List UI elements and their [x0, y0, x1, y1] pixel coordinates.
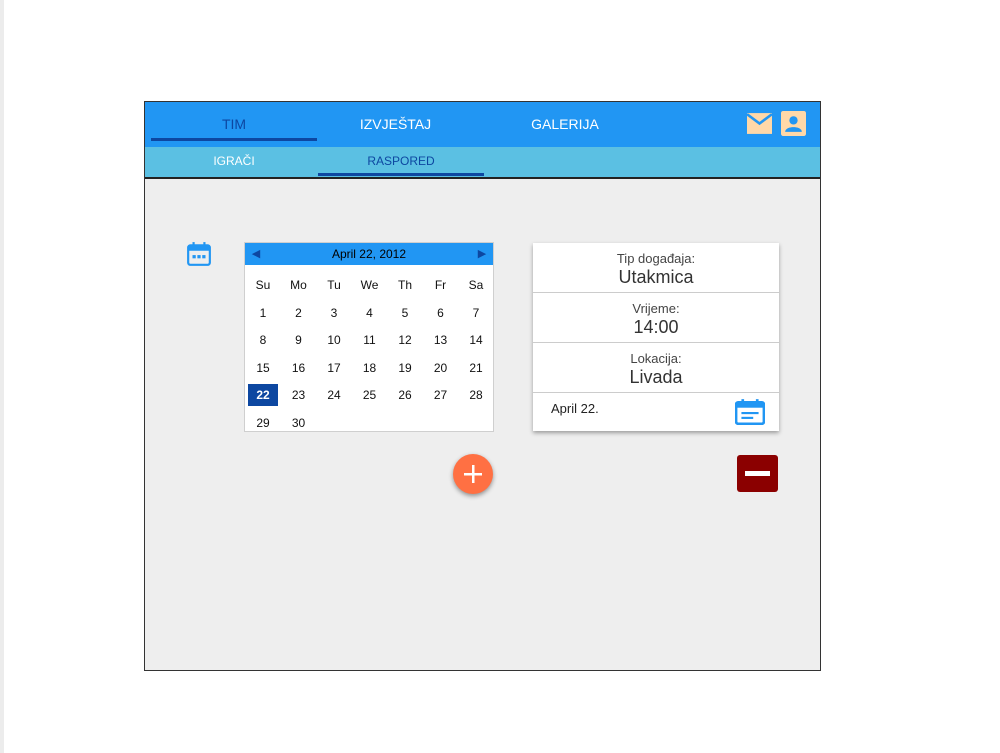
event-type-section: Tip događaja: Utakmica	[533, 243, 779, 293]
day-cell[interactable]: 19	[390, 357, 420, 379]
event-location-section: Lokacija: Livada	[533, 343, 779, 393]
date-picker-title: April 22, 2012	[331, 247, 407, 261]
day-cell[interactable]: 27	[426, 384, 456, 406]
prev-month-icon[interactable]: ◀	[245, 243, 267, 265]
remove-event-button[interactable]	[737, 455, 778, 492]
event-location-value: Livada	[629, 367, 683, 387]
tab-izvjestaj[interactable]: IZVJEŠTAJ	[318, 102, 473, 147]
week-row: 1234567	[245, 302, 493, 330]
event-type-value: Utakmica	[618, 267, 694, 287]
weekday-label: Sa	[468, 278, 484, 292]
date-picker-header: April 22, 2012 ◀ ▶	[245, 243, 493, 265]
page-edge	[0, 0, 4, 753]
weekday-header-row: Su Mo Tu We Th Fr Sa	[245, 274, 493, 302]
day-cell[interactable]: 18	[355, 357, 385, 379]
day-cell[interactable]: 21	[461, 357, 491, 379]
day-cell[interactable]: 24	[319, 384, 349, 406]
day-cell[interactable]: 2	[284, 302, 314, 324]
day-cell[interactable]: 8	[248, 329, 278, 351]
date-grid: Su Mo Tu We Th Fr Sa 1 2 3 4 5 6 7 8 9 10 11 12 13 14 15 16 17 1…	[245, 274, 493, 439]
event-date: April 22.	[551, 401, 599, 416]
subtab-igraci[interactable]: IGRAČI	[151, 147, 317, 177]
day-cell[interactable]: 12	[390, 329, 420, 351]
day-cell[interactable]: 26	[390, 384, 420, 406]
day-cell[interactable]: 5	[390, 302, 420, 324]
day-cell[interactable]: 7	[461, 302, 491, 324]
add-event-button[interactable]	[453, 454, 493, 494]
week-row: 15 16 17 18 19 20 21	[245, 357, 493, 385]
top-nav-bar: TIM IZVJEŠTAJ GALERIJA	[145, 102, 820, 147]
event-type-label: Tip događaja:	[616, 251, 696, 266]
minus-icon	[745, 471, 770, 476]
day-cell[interactable]: 9	[284, 329, 314, 351]
account-icon[interactable]	[781, 111, 806, 136]
event-time-value: 14:00	[633, 317, 679, 337]
day-cell[interactable]: 10	[319, 329, 349, 351]
day-cell[interactable]: 4	[355, 302, 385, 324]
day-cell[interactable]: 23	[284, 384, 314, 406]
weekday-label: Su	[255, 278, 271, 292]
day-cell[interactable]: 25	[355, 384, 385, 406]
event-date-row: April 22.	[533, 393, 779, 431]
week-row: 29 30	[245, 412, 493, 440]
day-cell[interactable]: 14	[461, 329, 491, 351]
calendar-icon[interactable]	[186, 241, 212, 267]
event-card: Tip događaja: Utakmica Vrijeme: 14:00 Lo…	[533, 243, 779, 431]
day-cell[interactable]: 1	[248, 302, 278, 324]
week-row: 8 9 10 11 12 13 14	[245, 329, 493, 357]
plus-icon	[464, 465, 482, 483]
day-cell[interactable]: 20	[426, 357, 456, 379]
tab-galerija[interactable]: GALERIJA	[485, 102, 645, 147]
weekday-label: We	[360, 278, 379, 292]
mail-icon[interactable]	[747, 111, 772, 136]
app-frame: TIM IZVJEŠTAJ GALERIJA IGRAČI RASPORED A…	[144, 101, 821, 671]
event-time-label: Vrijeme:	[632, 301, 680, 316]
day-cell[interactable]: 30	[284, 412, 314, 434]
weekday-label: Fr	[434, 278, 447, 292]
day-cell[interactable]: 13	[426, 329, 456, 351]
event-calendar-icon[interactable]	[735, 399, 765, 425]
weekday-label: Th	[397, 278, 412, 292]
weekday-label: Tu	[327, 278, 341, 292]
day-cell[interactable]: 15	[248, 357, 278, 379]
selected-day[interactable]: 22	[248, 384, 278, 406]
next-month-icon[interactable]: ▶	[471, 243, 493, 265]
day-cell[interactable]: 11	[355, 329, 385, 351]
weekday-label: Mo	[290, 278, 307, 292]
day-cell[interactable]: 6	[426, 302, 456, 324]
day-cell[interactable]: 3	[319, 302, 349, 324]
date-picker: April 22, 2012 ◀ ▶ Su Mo Tu We Th Fr Sa 1 2 3 4 5 6 7…	[244, 242, 494, 432]
day-cell[interactable]: 16	[284, 357, 314, 379]
event-time-section: Vrijeme: 14:00	[533, 293, 779, 343]
week-row: 22 23 24 25 26 27 28	[245, 384, 493, 412]
sub-nav-bar: IGRAČI RASPORED	[145, 147, 820, 179]
day-cell[interactable]: 28	[461, 384, 491, 406]
event-location-label: Lokacija:	[630, 351, 682, 366]
active-subtab-indicator	[318, 173, 484, 176]
active-tab-indicator	[151, 138, 317, 141]
day-cell[interactable]: 17	[319, 357, 349, 379]
day-cell[interactable]: 29	[248, 412, 278, 434]
